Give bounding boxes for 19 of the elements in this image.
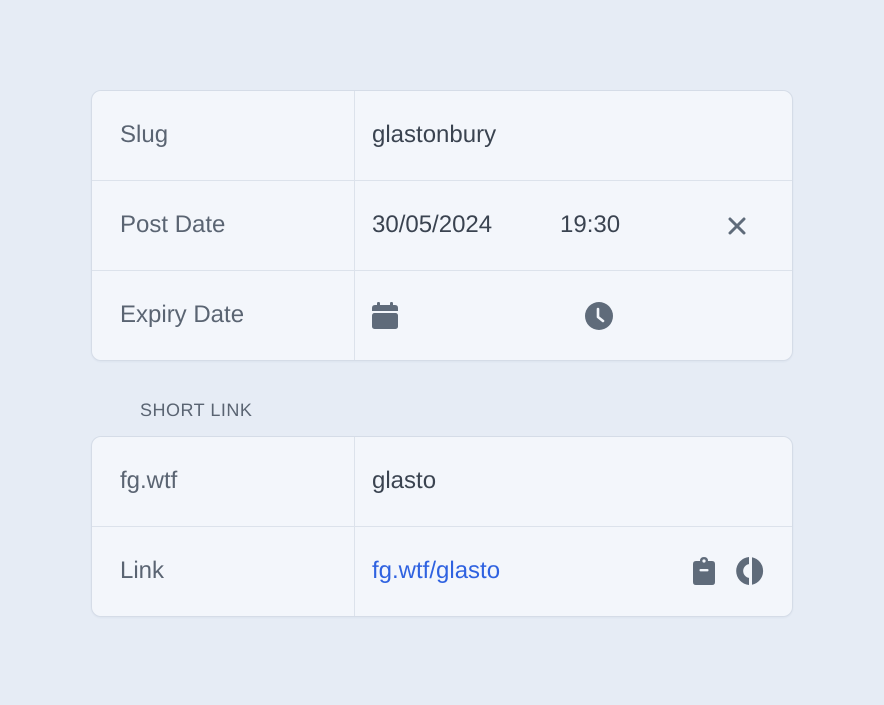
calendar-icon	[372, 302, 398, 329]
clock-icon	[585, 302, 613, 330]
field-label: Post Date	[120, 211, 226, 240]
time-field[interactable]: 19:30	[560, 211, 620, 240]
date-field[interactable]: 30/05/2024	[372, 211, 492, 240]
field-value[interactable]: glastonbury	[372, 121, 496, 150]
short-link[interactable]: fg.wtf/glasto	[372, 556, 500, 586]
clipboard-icon[interactable]	[693, 557, 715, 586]
field-label: Expiry Date	[120, 301, 244, 330]
field-label: Link	[120, 556, 164, 586]
close-icon	[728, 216, 746, 234]
half-circle-icon[interactable]	[736, 557, 764, 586]
clear-button[interactable]	[728, 216, 746, 234]
field-label: fg.wtf	[120, 466, 178, 496]
time-field[interactable]	[585, 302, 613, 330]
field-value[interactable]: glasto	[372, 466, 436, 496]
field-label: Slug	[120, 121, 168, 150]
date-field[interactable]	[372, 302, 398, 329]
section-heading: SHORT LINK	[140, 400, 252, 422]
